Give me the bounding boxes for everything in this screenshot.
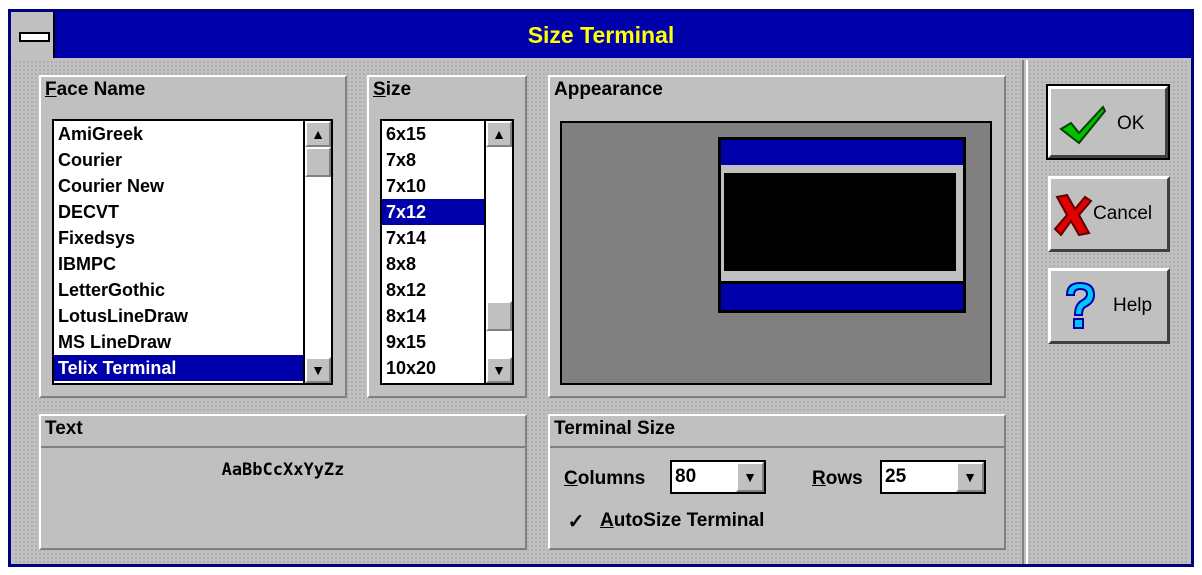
list-item[interactable]: Courier: [54, 147, 303, 173]
list-item[interactable]: 8x12: [382, 277, 484, 303]
list-item[interactable]: LotusLineDraw: [54, 303, 303, 329]
face-name-label: Face Name: [45, 79, 146, 100]
face-name-list: AmiGreek Courier Courier New DECVT Fixedsys I…: [54, 121, 303, 381]
preview-status-bar: [721, 284, 963, 310]
text-divider: [41, 446, 525, 448]
preview-title-bar: [721, 140, 963, 165]
title-bar: Size Terminal: [11, 12, 1191, 58]
scroll-down-arrow-icon[interactable]: ▼: [486, 357, 512, 383]
columns-label: Columns: [564, 468, 646, 489]
size-panel: Size 6x15 7x8 7x10 7x12 7x14 8x8 8x12 8x14 9x15 1…: [367, 75, 527, 398]
list-item[interactable]: 9x15: [382, 329, 484, 355]
list-item[interactable]: MS LineDraw: [54, 329, 303, 355]
appearance-preview: [560, 121, 992, 385]
terminal-size-divider: [550, 446, 1004, 448]
autosize-label[interactable]: AutoSize Terminal: [600, 510, 764, 532]
size-listbox[interactable]: 6x15 7x8 7x10 7x12 7x14 8x8 8x12 8x14 9x15 10x20 …: [380, 119, 514, 385]
preview-terminal-area: [724, 173, 956, 271]
rows-value: 25: [885, 466, 907, 487]
system-menu-icon: [19, 32, 50, 42]
face-name-panel: Face Name AmiGreek Courier Courier New DECV…: [39, 75, 347, 398]
red-x-icon: [1053, 193, 1093, 237]
list-item[interactable]: 10x20: [382, 355, 484, 381]
list-item[interactable]: Fixedsys: [54, 225, 303, 251]
preview-frame: [721, 165, 963, 281]
columns-dropdown-arrow-icon[interactable]: ▼: [736, 462, 764, 492]
face-name-scrollbar[interactable]: ▲ ▼: [303, 121, 331, 383]
scroll-up-arrow-icon[interactable]: ▲: [305, 121, 331, 147]
text-panel: Text AaBbCcXxYyZz: [39, 414, 527, 550]
list-item[interactable]: 8x8: [382, 251, 484, 277]
list-item[interactable]: 8x14: [382, 303, 484, 329]
terminal-size-panel: Terminal Size Columns 80 ▼ Rows 25 ▼ ✓ A…: [548, 414, 1006, 550]
list-item[interactable]: 7x12: [382, 199, 484, 225]
list-item[interactable]: DECVT: [54, 199, 303, 225]
scroll-down-arrow-icon[interactable]: ▼: [305, 357, 331, 383]
scroll-thumb[interactable]: [486, 301, 512, 331]
help-label: Help: [1113, 295, 1153, 316]
columns-value: 80: [675, 466, 697, 487]
list-item[interactable]: IBMPC: [54, 251, 303, 277]
scroll-up-arrow-icon[interactable]: ▲: [486, 121, 512, 147]
rows-combobox[interactable]: 25 ▼: [880, 460, 986, 494]
help-button[interactable]: Help: [1048, 268, 1170, 344]
size-label: Size: [373, 79, 412, 100]
appearance-label: Appearance: [554, 79, 663, 100]
text-sample: AaBbCcXxYyZz: [221, 460, 345, 480]
list-item[interactable]: AmiGreek: [54, 121, 303, 147]
list-item[interactable]: LetterGothic: [54, 277, 303, 303]
autosize-checkbox[interactable]: ✓: [564, 510, 588, 534]
terminal-size-label: Terminal Size: [554, 418, 676, 439]
preview-window: [718, 137, 966, 313]
list-item[interactable]: Courier New: [54, 173, 303, 199]
ok-label: OK: [1117, 113, 1145, 134]
question-mark-icon: [1065, 281, 1096, 329]
system-menu-button[interactable]: [11, 12, 55, 58]
list-item[interactable]: 7x8: [382, 147, 484, 173]
columns-combobox[interactable]: 80 ▼: [670, 460, 766, 494]
list-item[interactable]: 7x10: [382, 173, 484, 199]
list-item[interactable]: 6x15: [382, 121, 484, 147]
checkmark-icon: [1059, 105, 1107, 145]
ok-button[interactable]: OK: [1046, 84, 1170, 160]
appearance-panel: Appearance: [548, 75, 1006, 398]
rows-label: Rows: [812, 468, 863, 489]
scroll-thumb[interactable]: [305, 147, 331, 177]
list-item[interactable]: Telix Terminal: [54, 355, 303, 381]
size-scrollbar[interactable]: ▲ ▼: [484, 121, 512, 383]
text-label: Text: [45, 418, 83, 439]
cancel-button[interactable]: Cancel: [1048, 176, 1170, 252]
rows-dropdown-arrow-icon[interactable]: ▼: [956, 462, 984, 492]
face-name-listbox[interactable]: AmiGreek Courier Courier New DECVT Fixedsys I…: [52, 119, 333, 385]
cancel-label: Cancel: [1093, 203, 1153, 224]
list-item[interactable]: 7x14: [382, 225, 484, 251]
window-title: Size Terminal: [527, 22, 675, 48]
size-list: 6x15 7x8 7x10 7x12 7x14 8x8 8x12 8x14 9x15 10x20: [382, 121, 484, 381]
